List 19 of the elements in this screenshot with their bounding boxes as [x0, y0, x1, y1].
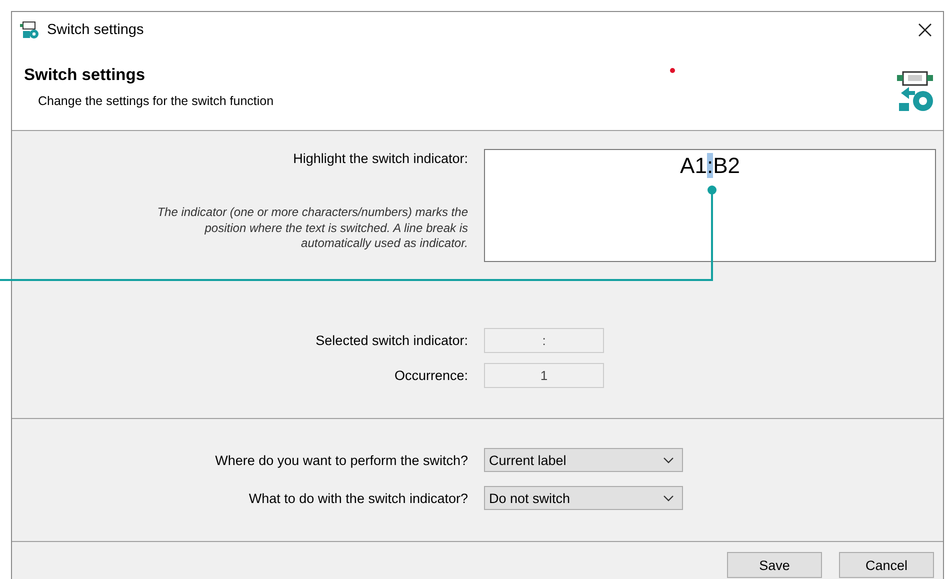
marker-dot [670, 68, 675, 73]
dropdown[interactable]: Current label [484, 448, 683, 472]
close-icon[interactable] [917, 22, 933, 38]
caret-icon [663, 456, 674, 464]
field-label: What to do with the switch indicator? [248, 490, 468, 506]
dialog-heading: Switch settings [24, 66, 146, 85]
indicator-text-field[interactable]: A1:B2 [484, 149, 936, 262]
field-label: Occurrence: [393, 368, 468, 383]
app-icon [20, 20, 40, 38]
field-label: Where do you want to perform the switch? [214, 452, 468, 468]
dialog-subtitle: Change the settings for the switch function [38, 94, 275, 108]
field-label: Highlight the switch indicator: [293, 151, 468, 166]
caret-icon [663, 494, 674, 502]
cancel-button[interactable]: Cancel [839, 552, 934, 578]
help-note: The indicator (one or more characters/numbers) marks the position where the text is switched. A line break is automatically used as indicator. [156, 205, 468, 252]
dropdown[interactable]: Do not switch [484, 486, 683, 510]
window-title: Switch settings [47, 22, 145, 38]
field-label: Selected switch indicator: [314, 333, 468, 348]
save-button[interactable]: Save [727, 552, 822, 578]
